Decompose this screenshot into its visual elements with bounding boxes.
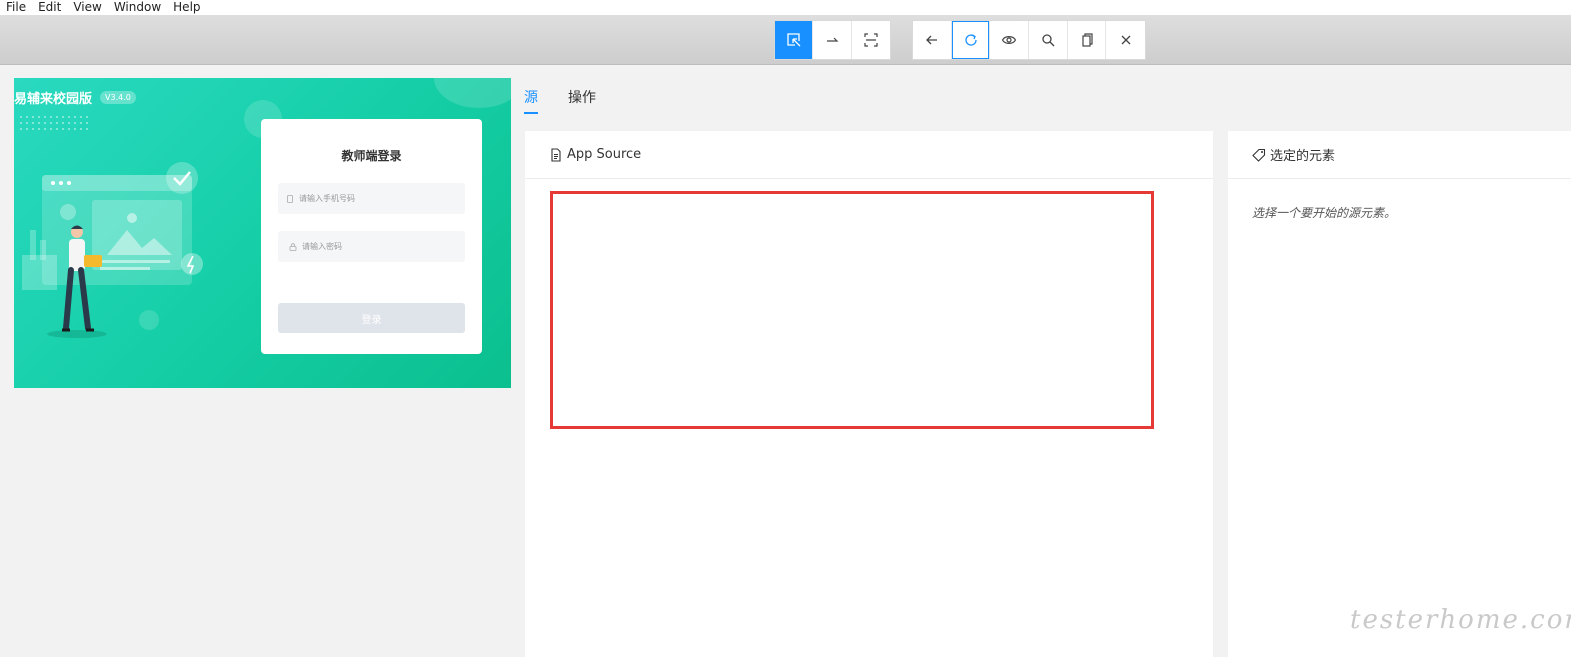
- swipe-button[interactable]: [813, 21, 852, 59]
- selected-element-panel: 选定的元素 选择一个要开始的源元素。: [1228, 131, 1571, 657]
- app-source-header: App Source: [525, 131, 1213, 179]
- dot-pattern: [18, 114, 88, 134]
- tab-actions[interactable]: 操作: [568, 78, 596, 114]
- menu-window[interactable]: Window: [114, 1, 161, 14]
- copy-icon: [1081, 33, 1093, 47]
- tab-source[interactable]: 源: [524, 78, 538, 114]
- toolbar-group-actions: [912, 20, 1146, 60]
- screen-fit-icon: [864, 33, 878, 47]
- inspector-tabs: 源 操作: [524, 78, 626, 114]
- tag-icon: [1252, 148, 1266, 162]
- source-tree-highlight[interactable]: [550, 191, 1154, 429]
- login-title: 教师端登录: [341, 149, 402, 163]
- password-placeholder: 请输入密码: [302, 242, 342, 251]
- menu-edit[interactable]: Edit: [38, 1, 61, 14]
- toolbar-group-interaction: [774, 20, 891, 60]
- back-button[interactable]: [913, 21, 952, 59]
- password-input[interactable]: 请输入密码: [278, 231, 465, 262]
- toggle-attributes-button[interactable]: [990, 21, 1030, 59]
- back-arrow-icon: [925, 35, 937, 45]
- menu-view[interactable]: View: [73, 1, 101, 14]
- search-button[interactable]: [1029, 21, 1068, 59]
- phone-input[interactable]: 请输入手机号码: [278, 183, 465, 214]
- swipe-arrow-icon: [827, 37, 839, 42]
- select-element-button[interactable]: [775, 21, 814, 59]
- selected-element-hint: 选择一个要开始的源元素。: [1252, 206, 1397, 220]
- copy-xml-button[interactable]: [1067, 21, 1107, 59]
- screen-fit-button[interactable]: [851, 21, 891, 59]
- version-badge: V3.4.0: [100, 91, 136, 104]
- quit-session-button[interactable]: [1106, 21, 1146, 59]
- lock-icon: [289, 242, 297, 251]
- file-icon: [551, 147, 561, 162]
- device-screenshot[interactable]: 易辅来校园版 V3.4.0 教师端登录 请输入手机号码 请输入密码 登录: [14, 78, 511, 388]
- eye-icon: [1001, 36, 1017, 44]
- app-brand: 易辅来校园版 V3.4.0: [14, 88, 136, 107]
- select-element-icon: [787, 33, 801, 47]
- teacher-illustration: [22, 162, 203, 338]
- refresh-button[interactable]: [951, 21, 991, 59]
- close-icon: [1121, 35, 1131, 45]
- login-card: 教师端登录 请输入手机号码 请输入密码 登录: [261, 119, 482, 354]
- selected-element-header: 选定的元素: [1228, 131, 1571, 179]
- phone-placeholder: 请输入手机号码: [299, 194, 355, 203]
- search-icon: [1042, 34, 1055, 47]
- watermark: testerhome.com: [1350, 605, 1571, 635]
- app-brand-name: 易辅来校园版: [14, 92, 93, 107]
- app-source-title: App Source: [567, 147, 642, 162]
- menu-file[interactable]: File: [6, 1, 26, 14]
- toolbar: [0, 15, 1571, 65]
- menu-help[interactable]: Help: [173, 1, 200, 14]
- selected-element-title: 选定的元素: [1270, 149, 1336, 164]
- app-source-panel: App Source: [525, 131, 1213, 657]
- phone-icon: [287, 194, 293, 203]
- menu-bar: File Edit View Window Help: [0, 0, 1571, 15]
- login-button[interactable]: 登录: [278, 303, 465, 333]
- refresh-icon: [964, 34, 977, 46]
